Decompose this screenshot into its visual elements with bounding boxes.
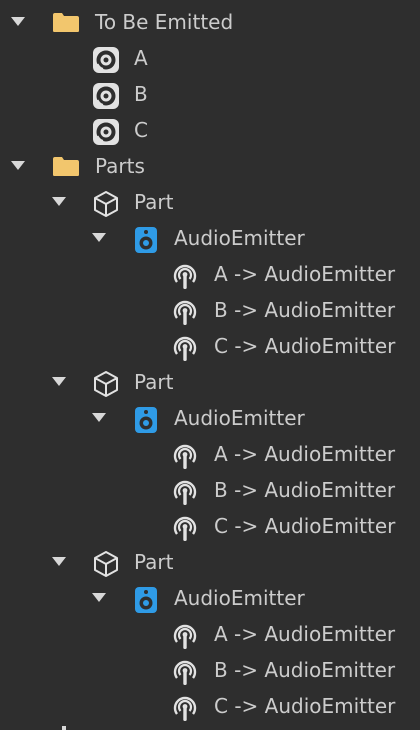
tree-item-audio-emitter[interactable]: AudioEmitter xyxy=(0,400,420,436)
chevron-down-icon[interactable] xyxy=(52,557,66,566)
wire-icon xyxy=(172,514,197,541)
tree-item-label: Part xyxy=(134,550,174,574)
tree-item-label: B xyxy=(134,82,148,106)
tree-item-wire[interactable]: B -> AudioEmitter xyxy=(0,472,420,508)
chevron-down-icon[interactable] xyxy=(52,377,66,386)
part-icon xyxy=(92,550,118,577)
wire-icon xyxy=(172,694,197,721)
tree-item-label: Part xyxy=(134,190,174,214)
tree-item-part[interactable]: Part xyxy=(0,184,420,220)
part-icon xyxy=(92,370,118,397)
wire-icon xyxy=(172,334,197,361)
tree-item-label: C xyxy=(134,118,148,142)
tree-item-label: B -> AudioEmitter xyxy=(214,298,396,322)
tree-item-parts[interactable]: Parts xyxy=(0,148,420,184)
tree-item-wire[interactable]: C -> AudioEmitter xyxy=(0,328,420,364)
tree-item-wire[interactable]: B -> AudioEmitter xyxy=(0,652,420,688)
tree-item-label: AudioEmitter xyxy=(174,406,305,430)
chevron-down-icon[interactable] xyxy=(52,197,66,206)
tree-item-label: A -> AudioEmitter xyxy=(214,442,396,466)
folder-icon xyxy=(52,154,79,178)
wire-icon xyxy=(172,298,197,325)
tree-item-wire[interactable]: A -> AudioEmitter xyxy=(0,616,420,652)
tree-item-audio-emitter[interactable]: AudioEmitter xyxy=(0,220,420,256)
wire-icon xyxy=(172,478,197,505)
sound-icon xyxy=(92,46,119,73)
tree-item-label: A xyxy=(134,46,148,70)
audio-emitter-icon xyxy=(133,226,157,253)
tree-item-label: Part xyxy=(134,370,174,394)
folder-icon xyxy=(52,10,79,34)
audio-emitter-icon xyxy=(133,406,157,433)
tree-item-label: To Be Emitted xyxy=(95,10,234,34)
part-icon xyxy=(92,190,118,217)
tree-item-to-be-emitted[interactable]: To Be Emitted xyxy=(0,4,420,40)
tree-item-wire[interactable]: C -> AudioEmitter xyxy=(0,508,420,544)
tree-item-label: AudioEmitter xyxy=(174,226,305,250)
tree-item-label: AudioEmitter xyxy=(174,586,305,610)
tree-item-label: C -> AudioEmitter xyxy=(214,694,396,718)
tree-item-wire[interactable]: A -> AudioEmitter xyxy=(0,436,420,472)
tree-item-sound-a[interactable]: A xyxy=(0,40,420,76)
chevron-down-icon[interactable] xyxy=(92,593,106,602)
tree-item-label: C -> AudioEmitter xyxy=(214,514,396,538)
chevron-down-icon[interactable] xyxy=(11,161,25,170)
tree-item-label: B -> AudioEmitter xyxy=(214,658,396,682)
tree-item-label: A -> AudioEmitter xyxy=(214,262,396,286)
tree-item-audio-emitter[interactable]: AudioEmitter xyxy=(0,580,420,616)
tree-item-part[interactable]: Part xyxy=(0,364,420,400)
tree-item-part[interactable]: Part xyxy=(0,544,420,580)
tree-item-label: A -> AudioEmitter xyxy=(214,622,396,646)
tree-item-wire[interactable]: C -> AudioEmitter xyxy=(0,688,420,724)
tree-item-label: Parts xyxy=(95,154,145,178)
tree-item-sound-c[interactable]: C xyxy=(0,112,420,148)
sound-icon xyxy=(92,82,119,109)
wire-icon xyxy=(172,658,197,685)
tree-item-sound-b[interactable]: B xyxy=(0,76,420,112)
clipped-row-edge xyxy=(62,726,66,730)
explorer-tree: To Be Emitted A B C Parts Part AudioEmit… xyxy=(0,0,420,730)
wire-icon xyxy=(172,442,197,469)
wire-icon xyxy=(172,622,197,649)
chevron-down-icon[interactable] xyxy=(92,233,106,242)
chevron-down-icon[interactable] xyxy=(92,413,106,422)
audio-emitter-icon xyxy=(133,586,157,613)
chevron-down-icon[interactable] xyxy=(11,17,25,26)
sound-icon xyxy=(92,118,119,145)
tree-item-label: C -> AudioEmitter xyxy=(214,334,396,358)
wire-icon xyxy=(172,262,197,289)
tree-item-label: B -> AudioEmitter xyxy=(214,478,396,502)
tree-item-wire[interactable]: B -> AudioEmitter xyxy=(0,292,420,328)
tree-item-wire[interactable]: A -> AudioEmitter xyxy=(0,256,420,292)
